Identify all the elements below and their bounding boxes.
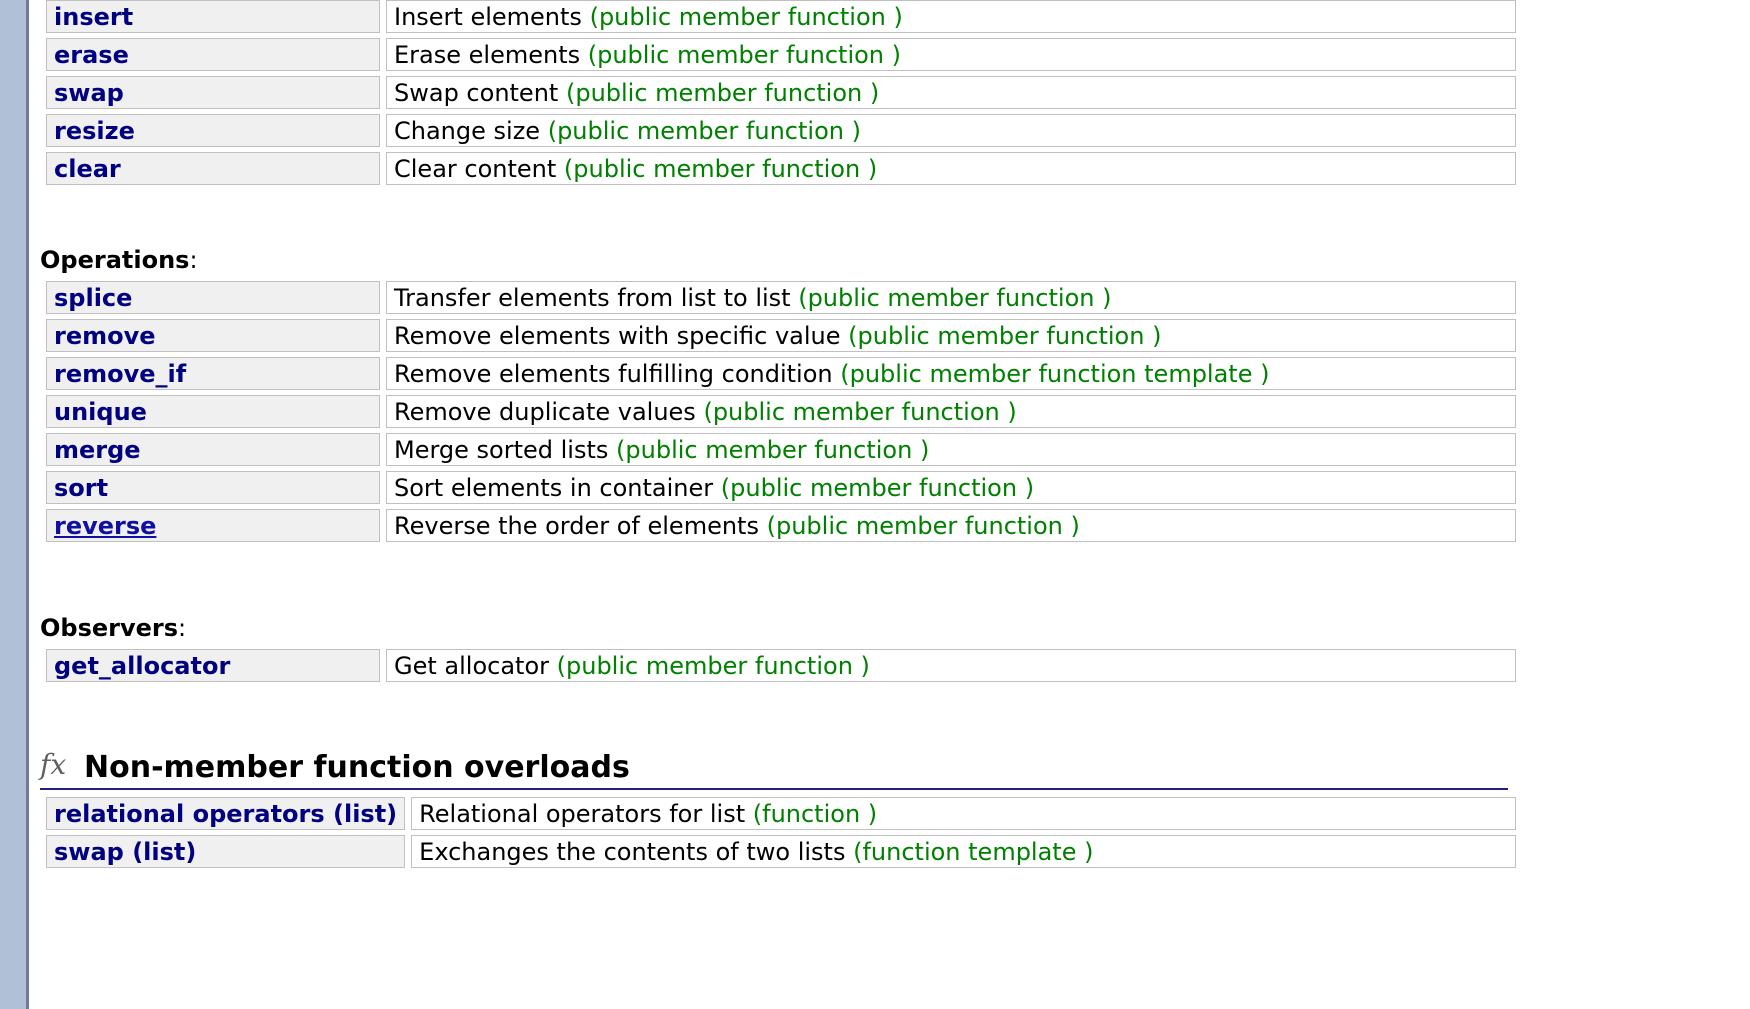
member-link-reverse[interactable]: reverse (54, 512, 156, 540)
member-desc: Remove duplicate values (394, 397, 696, 426)
table-row: sort Sort elements in container (public … (46, 471, 1516, 504)
member-kind: (public member function ) (766, 511, 1080, 540)
member-desc: Change size (394, 116, 541, 145)
member-kind: (public member function ) (556, 651, 870, 680)
table-row: remove Remove elements with specific val… (46, 319, 1516, 352)
observers-table: get_allocator Get allocator (public memb… (40, 644, 1522, 687)
section-title: Non-member function overloads (84, 750, 630, 785)
member-link-unique[interactable]: unique (54, 398, 147, 426)
member-kind: (public member function ) (703, 397, 1017, 426)
member-link-swap-list[interactable]: swap (list) (54, 838, 196, 866)
member-link-splice[interactable]: splice (54, 284, 132, 312)
operations-table: splice Transfer elements from list to li… (40, 276, 1522, 547)
table-row: unique Remove duplicate values (public m… (46, 395, 1516, 428)
member-kind: (public member function template ) (840, 359, 1270, 388)
member-desc: Sort elements in container (394, 473, 714, 502)
table-row: erase Erase elements (public member func… (46, 38, 1516, 71)
member-kind: (public member function ) (547, 116, 861, 145)
member-kind: (public member function ) (589, 2, 903, 31)
nonmember-section-heading: fx Non-member function overloads (40, 748, 1508, 790)
member-desc: Reverse the order of elements (394, 511, 759, 540)
member-kind: (function template ) (853, 837, 1094, 866)
member-desc: Relational operators for list (419, 799, 746, 828)
member-kind: (public member function ) (848, 321, 1162, 350)
table-row: reverse Reverse the order of elements (p… (46, 509, 1516, 542)
table-row: get_allocator Get allocator (public memb… (46, 649, 1516, 682)
member-desc: Swap content (394, 78, 559, 107)
member-link-remove[interactable]: remove (54, 322, 156, 350)
table-row: clear Clear content (public member funct… (46, 152, 1516, 185)
table-row: merge Merge sorted lists (public member … (46, 433, 1516, 466)
member-link-clear[interactable]: clear (54, 155, 121, 183)
nonmember-block: relational operators (list) Relational o… (40, 792, 1522, 873)
member-link-insert[interactable]: insert (54, 3, 133, 31)
member-desc: Remove elements with specific value (394, 321, 841, 350)
observers-block: get_allocator Get allocator (public memb… (40, 644, 1522, 687)
member-link-merge[interactable]: merge (54, 436, 141, 464)
member-desc: Clear content (394, 154, 557, 183)
table-row: resize Change size (public member functi… (46, 114, 1516, 147)
modifiers-block: insert Insert elements (public member fu… (40, 0, 1522, 190)
fx-function-icon: fx (40, 748, 67, 781)
member-kind: (public member function ) (798, 283, 1112, 312)
member-kind: (public member function ) (587, 40, 902, 69)
member-kind: (public member function ) (563, 154, 878, 183)
observers-heading: Observers: (40, 614, 187, 642)
table-row: swap Swap content (public member functio… (46, 76, 1516, 109)
member-desc: Get allocator (394, 651, 549, 680)
member-desc: Transfer elements from list to list (394, 283, 791, 312)
member-desc: Erase elements (394, 40, 581, 69)
member-desc: Remove elements fulfilling condition (394, 359, 833, 388)
member-desc: Insert elements (394, 2, 582, 31)
member-kind: (public member function ) (720, 473, 1035, 502)
operations-block: splice Transfer elements from list to li… (40, 276, 1522, 547)
member-link-get-allocator[interactable]: get_allocator (54, 652, 230, 680)
table-row: insert Insert elements (public member fu… (46, 0, 1516, 33)
member-desc: Merge sorted lists (394, 435, 609, 464)
table-row: remove_if Remove elements fulfilling con… (46, 357, 1516, 390)
modifiers-table: insert Insert elements (public member fu… (40, 0, 1522, 190)
member-kind: (public member function ) (616, 435, 930, 464)
member-kind: (function ) (752, 799, 878, 828)
table-row: relational operators (list) Relational o… (46, 797, 1516, 830)
member-link-relational-operators[interactable]: relational operators (list) (54, 800, 397, 828)
nonmember-table: relational operators (list) Relational o… (40, 792, 1522, 873)
operations-heading: Operations: (40, 246, 198, 274)
member-desc: Exchanges the contents of two lists (419, 837, 846, 866)
member-kind: (public member function ) (565, 78, 880, 107)
table-row: splice Transfer elements from list to li… (46, 281, 1516, 314)
table-row: swap (list) Exchanges the contents of tw… (46, 835, 1516, 868)
member-link-sort[interactable]: sort (54, 474, 108, 502)
member-link-swap[interactable]: swap (54, 79, 124, 107)
member-link-erase[interactable]: erase (54, 41, 129, 69)
member-link-remove-if[interactable]: remove_if (54, 360, 186, 388)
left-sidebar-strip (0, 0, 29, 1009)
member-link-resize[interactable]: resize (54, 117, 135, 145)
